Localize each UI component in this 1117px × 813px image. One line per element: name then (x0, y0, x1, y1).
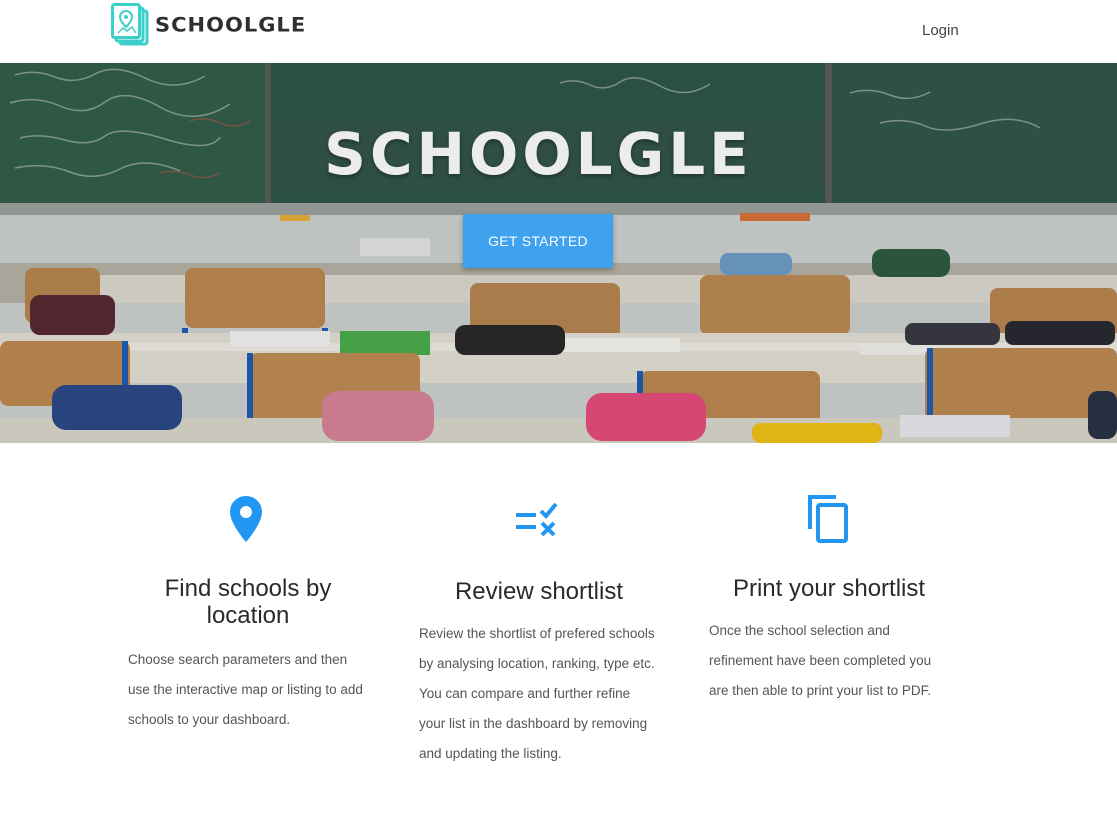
feature-title: Review shortlist (454, 578, 624, 605)
feature-text: Choose search parameters and then use th… (128, 652, 363, 727)
copy-pages-icon (808, 495, 848, 543)
feature-title: Find schools by location (164, 575, 332, 629)
feature-text: Once the school selection and refinement… (709, 623, 932, 698)
brand-name: SCHOOLGLE (155, 13, 307, 37)
navbar: SCHOOLGLE Login (0, 0, 1117, 63)
checklist-icon (516, 502, 558, 537)
feature-find-schools: Find schools by location Choose search p… (128, 495, 368, 735)
feature-text: Review the shortlist of prefered schools… (419, 626, 655, 761)
feature-review-shortlist: Review shortlist Review the shortlist of… (419, 495, 659, 769)
login-link[interactable]: Login (922, 22, 959, 39)
hero-banner: SCHOOLGLE GET STARTED (0, 63, 1117, 443)
feature-print-shortlist: Print your shortlist Once the school sel… (709, 495, 949, 706)
brand-logo[interactable]: SCHOOLGLE (111, 3, 306, 47)
hero-title: SCHOOLGLE (324, 120, 753, 188)
map-book-icon (111, 3, 149, 46)
feature-title: Print your shortlist (732, 575, 926, 602)
location-pin-icon (230, 496, 262, 542)
get-started-button[interactable]: GET STARTED (463, 214, 613, 268)
